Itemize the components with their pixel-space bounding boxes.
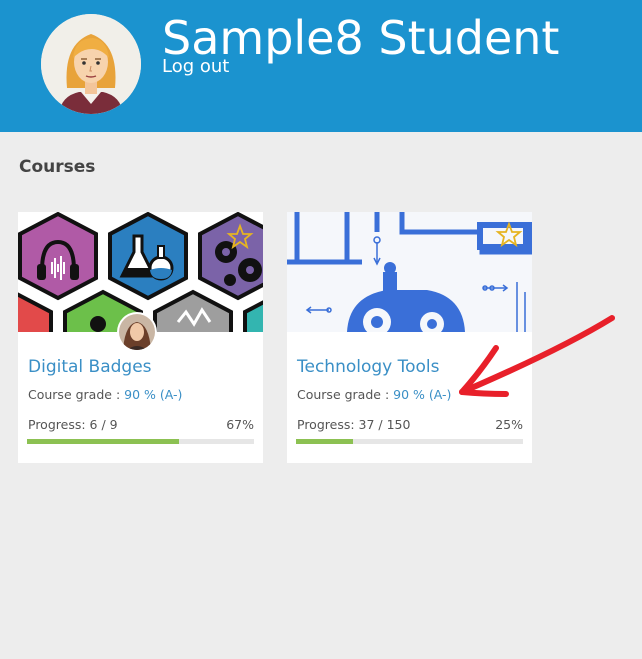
progress-percent: 25% <box>495 417 523 432</box>
course-grade: Course grade : 90 % (A-) <box>28 387 182 402</box>
progress-bar-fill <box>296 439 353 444</box>
course-grade-value[interactable]: 90 % (A-) <box>393 387 451 402</box>
courses-heading: Courses <box>19 157 96 177</box>
course-title-link[interactable]: Technology Tools <box>297 357 440 377</box>
course-title-link[interactable]: Digital Badges <box>28 357 152 377</box>
teacher-avatar[interactable] <box>119 314 155 350</box>
logout-link[interactable]: Log out <box>162 56 229 77</box>
course-grade-label: Course grade : <box>28 387 125 402</box>
course-grade: Course grade : 90 % (A-) <box>297 387 451 402</box>
course-card-digital-badges[interactable]: Digital Badges Course grade : 90 % (A-) … <box>18 212 263 463</box>
user-avatar-icon <box>41 14 141 114</box>
course-grade-label: Course grade : <box>297 387 394 402</box>
progress-label: Progress: 37 / 150 <box>297 417 411 432</box>
annotation-arrow-icon <box>459 315 615 397</box>
progress-bar <box>27 439 254 444</box>
progress-percent: 67% <box>226 417 254 432</box>
progress-bar <box>296 439 523 444</box>
profile-header: Sample8 Student Log out <box>0 0 642 132</box>
progress-label: Progress: 6 / 9 <box>28 417 118 432</box>
progress-bar-fill <box>27 439 180 444</box>
course-grade-value[interactable]: 90 % (A-) <box>124 387 182 402</box>
